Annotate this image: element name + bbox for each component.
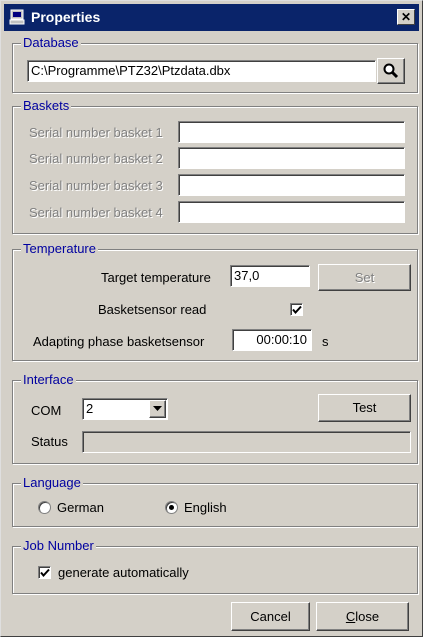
title-bar[interactable]: Properties ✕	[4, 4, 419, 31]
basketsensor-read-label: Basketsensor read	[98, 302, 207, 317]
target-temperature-field[interactable]: 37,0	[230, 265, 310, 287]
test-button[interactable]: Test	[318, 394, 411, 422]
cancel-button[interactable]: Cancel	[231, 602, 310, 631]
job-number-group: Job Number generate automatically	[12, 538, 418, 594]
language-english-label: English	[184, 500, 227, 515]
close-button-label: lose	[355, 609, 380, 624]
radio-selected-dot	[169, 505, 174, 510]
close-icon[interactable]: ✕	[397, 9, 415, 25]
adapting-phase-unit: s	[322, 334, 329, 349]
checkmark-icon	[40, 568, 50, 578]
basket-1-serial-field[interactable]	[178, 121, 405, 143]
computer-icon	[9, 9, 25, 25]
com-select-value: 2	[86, 401, 94, 416]
close-mnemonic: C	[345, 609, 356, 624]
database-group: Database C:\Programme\PTZ32\Ptzdata.dbx	[12, 35, 418, 93]
temperature-group: Temperature Target temperature 37,0 Set …	[12, 241, 418, 361]
adapting-phase-label: Adapting phase basketsensor	[33, 334, 205, 349]
language-german-label: German	[57, 500, 104, 515]
properties-dialog: Properties ✕ Database C:\Programme\PTZ32…	[0, 0, 423, 637]
com-label: COM	[31, 403, 62, 418]
language-group-label: Language	[21, 475, 83, 490]
baskets-group: Baskets Serial number basket 1 Serial nu…	[12, 98, 418, 234]
basketsensor-read-checkbox[interactable]	[290, 303, 303, 316]
language-group: Language German English	[12, 475, 418, 527]
temperature-group-label: Temperature	[21, 241, 98, 256]
checkmark-icon	[292, 305, 302, 315]
generate-automatically-checkbox[interactable]	[38, 566, 51, 579]
database-path-field[interactable]: C:\Programme\PTZ32\Ptzdata.dbx	[27, 60, 376, 82]
basket-4-serial-field[interactable]	[178, 201, 405, 223]
window-title: Properties	[31, 9, 101, 25]
language-english-radio[interactable]	[165, 501, 178, 514]
close-button[interactable]: Close	[316, 602, 409, 631]
interface-group-label: Interface	[21, 372, 76, 387]
job-number-group-label: Job Number	[21, 538, 96, 553]
basket-2-serial-field[interactable]	[178, 147, 405, 169]
interface-group: Interface COM 2 Test Status	[12, 372, 418, 464]
basket-2-label: Serial number basket 2	[29, 151, 163, 166]
com-select[interactable]: 2	[82, 398, 168, 420]
generate-automatically-label: generate automatically	[58, 565, 189, 580]
database-group-label: Database	[21, 35, 81, 50]
basket-4-label: Serial number basket 4	[29, 205, 163, 220]
status-field	[82, 431, 411, 453]
set-button[interactable]: Set	[318, 264, 411, 291]
adapting-phase-field[interactable]: 00:00:10	[232, 329, 312, 351]
com-dropdown-button[interactable]	[149, 400, 166, 418]
language-german-radio[interactable]	[38, 501, 51, 514]
basket-3-label: Serial number basket 3	[29, 178, 163, 193]
basket-3-serial-field[interactable]	[178, 174, 405, 196]
baskets-group-label: Baskets	[21, 98, 72, 113]
status-label: Status	[31, 434, 68, 449]
magnifier-icon	[383, 63, 399, 79]
chevron-down-icon	[153, 406, 162, 411]
target-temperature-label: Target temperature	[101, 270, 211, 285]
basket-1-label: Serial number basket 1	[29, 125, 163, 140]
database-browse-button[interactable]	[377, 58, 405, 84]
